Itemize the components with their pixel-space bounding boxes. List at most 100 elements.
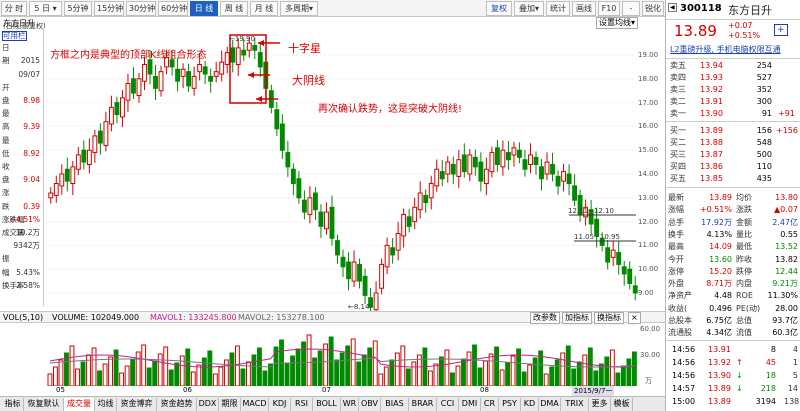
sharpen-button[interactable]: 锐化 xyxy=(642,1,664,16)
indicator-tab[interactable]: RSI xyxy=(291,398,313,411)
candle-up xyxy=(445,161,451,175)
candle-down xyxy=(517,149,522,158)
stats-button[interactable]: 统计 xyxy=(546,1,570,16)
ma-settings-button[interactable]: 设置均线▾ xyxy=(596,17,639,29)
price-tick: 14.00 xyxy=(638,170,659,178)
volume-bar-down xyxy=(438,356,444,387)
bar-info-label: 收 xyxy=(2,162,10,171)
indicator-tab[interactable]: TRIX xyxy=(561,398,589,411)
candle-down xyxy=(539,166,544,180)
add-watchlist-button[interactable]: + xyxy=(774,24,788,36)
ask-volume: 352 xyxy=(756,85,772,94)
volume-bar-up xyxy=(47,373,53,387)
candle-up xyxy=(48,192,54,199)
ask-label: 卖三 xyxy=(670,85,686,94)
volume-bar-up xyxy=(58,359,64,387)
indicator-tab[interactable]: 成交量 xyxy=(64,398,95,411)
candle-up xyxy=(483,168,489,185)
ask-label: 卖一 xyxy=(670,109,686,118)
tab-15min[interactable]: 15分钟 xyxy=(94,1,124,16)
tab-daily[interactable]: 日 线 xyxy=(190,1,218,16)
volume-bar-up xyxy=(527,364,533,387)
vol-value: VOLUME: 102049.000 xyxy=(52,313,140,322)
adjust-button[interactable]: 复权 xyxy=(486,1,512,16)
bar-info-value: 2.58% xyxy=(16,280,40,290)
indicator-tab[interactable]: KD xyxy=(521,398,539,411)
indicator-tab[interactable]: BRAR xyxy=(409,398,437,411)
tab-intraday[interactable]: 分 时 xyxy=(1,1,27,16)
bid-volume: 156 xyxy=(756,126,772,135)
indicator-tab[interactable]: 恢复默认 xyxy=(24,398,64,411)
indicator-tab[interactable]: 资金趋势 xyxy=(157,398,197,411)
indicator-tab[interactable]: 指标 xyxy=(2,398,24,411)
bar-info-label: 可用栏 xyxy=(2,31,27,41)
indicator-tab[interactable]: MACD xyxy=(241,398,269,411)
indicator-tab[interactable]: 模板 xyxy=(611,398,633,411)
indicator-tab[interactable]: CR xyxy=(481,398,499,411)
vol-axis-unit: 万 xyxy=(645,377,652,385)
kline-chart[interactable]: ←19.90 ←8.14 12.11~12.10 11.05~10.95 xyxy=(44,29,664,311)
indicator-tab[interactable]: KDJ xyxy=(269,398,291,411)
candle-up xyxy=(86,149,92,165)
volume-bar-down xyxy=(152,360,158,387)
tab-multi-period[interactable]: 多周期▾ xyxy=(280,1,318,16)
candle-down xyxy=(285,152,291,168)
candle-down xyxy=(131,78,136,94)
tab-5day[interactable]: 5 日 ▾ xyxy=(29,1,62,16)
tab-30min[interactable]: 30分钟 xyxy=(126,1,156,16)
stat-label: 昨收 xyxy=(736,254,752,264)
tab-weekly[interactable]: 周 线 xyxy=(220,1,248,16)
bid-price: 13.87 xyxy=(700,150,723,159)
candle-down xyxy=(340,256,346,268)
bar-info-value: 8.98 xyxy=(23,96,40,105)
indicator-tab[interactable]: DMI xyxy=(459,398,481,411)
bar-info-label: 盘 xyxy=(2,175,10,185)
indicator-tab[interactable]: OBV xyxy=(359,398,381,411)
indicator-tab[interactable]: 均线 xyxy=(95,398,117,411)
minus-button[interactable]: - xyxy=(622,1,640,16)
bar-info-value: +4.51% xyxy=(9,214,40,224)
candle-up xyxy=(120,97,125,118)
back-icon[interactable]: ◀ xyxy=(668,3,677,12)
bar-info-label: 开 xyxy=(2,82,10,92)
tab-60min[interactable]: 60分钟 xyxy=(158,1,188,16)
volume-bar-up xyxy=(510,355,516,387)
draw-button[interactable]: 画线 xyxy=(572,1,596,16)
chevron-down-icon: ▾ xyxy=(52,4,57,13)
indicator-tab[interactable]: 期限 xyxy=(219,398,241,411)
overlay-button[interactable]: 叠加▾ xyxy=(514,1,544,16)
indicator-tab[interactable]: DMA xyxy=(539,398,561,411)
indicator-tab[interactable]: CCI xyxy=(437,398,459,411)
candle-up xyxy=(401,213,407,237)
indicator-tab[interactable]: 资金博弈 xyxy=(117,398,157,411)
indicator-tab[interactable]: DDX xyxy=(197,398,219,411)
bar-info-label: 最 xyxy=(2,109,10,119)
indicator-tab[interactable]: BIAS xyxy=(381,398,409,411)
volume-bar-down xyxy=(295,348,301,387)
volume-bar-up xyxy=(350,338,356,387)
candle-down xyxy=(555,175,561,187)
tick-count: 1 xyxy=(792,358,798,367)
indicator-tab[interactable]: BOLL xyxy=(313,398,341,411)
tab-monthly[interactable]: 月 线 xyxy=(250,1,278,16)
tick-volume: 8 xyxy=(770,345,776,354)
f10-button[interactable]: F10 xyxy=(598,1,620,16)
tab-5min[interactable]: 5分钟 xyxy=(64,1,92,16)
candle-down xyxy=(279,123,285,151)
promo-link[interactable]: L2重磅升级, 手机电脑权限互通 xyxy=(670,44,781,55)
stat-value: 28.00 xyxy=(775,303,798,313)
indicator-tab[interactable]: 更多 xyxy=(589,398,611,411)
stat-label: 总股本 xyxy=(668,316,692,325)
ask-row: 卖三 13.92 352 xyxy=(666,85,800,95)
candle-up xyxy=(434,168,440,187)
stat-label: 跌停 xyxy=(736,266,752,276)
stat-row: 净资产 4.48 ROE 11.30% xyxy=(666,291,800,301)
volume-bar-down xyxy=(146,367,152,387)
volume-chart[interactable]: 60.00 30.00 万 xyxy=(0,323,665,389)
volume-bar-up xyxy=(433,363,439,387)
candle-down xyxy=(390,247,396,256)
indicator-tab[interactable]: PSY xyxy=(499,398,521,411)
low-price-label: ←8.14 xyxy=(348,303,370,311)
indicator-tab[interactable]: WR xyxy=(341,398,359,411)
tick-time: 14:57 xyxy=(672,384,696,393)
